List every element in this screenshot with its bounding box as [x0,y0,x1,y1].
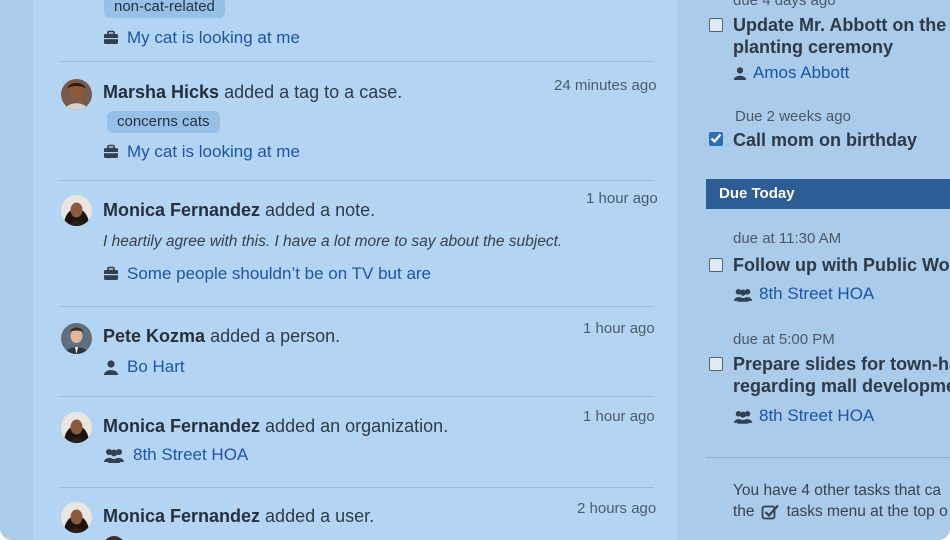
actor-name[interactable]: Pete Kozma [103,326,205,346]
avatar[interactable] [61,79,92,110]
note-body: I heartily agree with this. I have a lot… [103,233,563,250]
action-text: added a user. [265,506,375,526]
actor-name[interactable]: Marsha Hicks [103,82,219,102]
person-link[interactable]: Bo Hart [127,357,185,377]
task-due-label: due 4 days ago [733,0,836,9]
timestamp: 1 hour ago [583,408,655,425]
avatar[interactable] [61,195,92,226]
checkbox-icon[interactable] [761,503,781,521]
organization-link[interactable]: 8th Street HOA [759,406,874,426]
timestamp: 1 hour ago [583,320,655,337]
task-organization-link-row[interactable]: 8th Street HOA [733,284,874,304]
organization-link-row[interactable]: 8th Street HOA [103,445,248,465]
task-title-continued[interactable]: planting ceremony [733,36,893,58]
person-icon [104,360,118,375]
activity-headline: Pete Kozma added a person. [103,326,340,347]
briefcase-icon [104,30,118,44]
organization-link[interactable]: 8th Street HOA [759,284,874,304]
divider [59,61,654,62]
case-link[interactable]: My cat is looking at me [127,142,300,162]
tasks-menu-link[interactable]: tasks menu at the top o [787,501,948,522]
task-person-link-row[interactable]: Amos Abbott [733,63,849,83]
divider [59,180,654,181]
briefcase-icon [104,266,118,280]
task-due-label: Due 2 weeks ago [735,108,851,125]
timestamp: 2 hours ago [577,500,657,517]
case-link-row[interactable]: My cat is looking at me [103,142,300,162]
activity-headline: Monica Fernandez added an organization. [103,416,448,437]
divider [59,306,654,307]
task-title[interactable]: Call mom on birthday [733,129,917,151]
avatar[interactable] [103,536,125,540]
activity-feed: non-cat-related My cat is looking at me … [33,0,677,540]
task-checkbox-checked[interactable] [709,132,723,146]
other-tasks-note-line2: the tasks menu at the top o [733,501,948,522]
timestamp: 24 minutes ago [554,77,657,94]
note-text: the [733,503,755,520]
person-icon [733,67,747,80]
case-link-row[interactable]: Some people shouldn’t be on TV but are [103,264,431,284]
divider [706,457,950,458]
timestamp: 1 hour ago [586,190,658,207]
group-icon [733,410,753,424]
organization-link[interactable]: 8th Street HOA [133,445,248,465]
avatar[interactable] [61,412,92,443]
actor-name[interactable]: Monica Fernandez [103,506,260,526]
group-icon [733,288,753,302]
activity-headline: Monica Fernandez added a user. [103,506,374,527]
task-organization-link-row[interactable]: 8th Street HOA [733,406,874,426]
divider [59,487,654,488]
avatar[interactable] [61,502,92,533]
due-today-header: Due Today [706,179,950,209]
action-text: added a tag to a case. [224,82,403,102]
divider [59,396,654,397]
briefcase-icon [104,144,118,158]
action-text: added a person. [210,326,341,346]
task-due-label: due at 11:30 AM [733,230,842,247]
action-text: added an organization. [265,416,449,436]
app-frame: non-cat-related My cat is looking at me … [0,0,950,540]
person-link-row[interactable]: Bo Hart [103,357,185,377]
checkmark-icon [710,133,722,144]
action-text: added a note. [265,200,376,220]
task-title[interactable]: Prepare slides for town-hal [733,353,950,375]
activity-headline: Marsha Hicks added a tag to a case. [103,82,402,103]
task-checkbox[interactable] [709,18,723,32]
tasks-sidebar: due 4 days ago Update Mr. Abbott on the … [677,0,950,540]
task-checkbox[interactable] [709,357,723,371]
group-icon [104,449,124,463]
person-link[interactable]: Amos Abbott [753,63,849,83]
task-title-continued[interactable]: regarding mall developmen [733,375,950,397]
actor-name[interactable]: Monica Fernandez [103,200,260,220]
task-title[interactable]: Update Mr. Abbott on the t [733,14,950,36]
case-link[interactable]: Some people shouldn’t be on TV but are [127,264,431,284]
tag-chip[interactable]: non-cat-related [104,0,225,18]
task-due-label: due at 5:00 PM [733,331,835,348]
tag-chip[interactable]: concerns cats [107,111,220,133]
actor-name[interactable]: Monica Fernandez [103,416,260,436]
activity-headline: Monica Fernandez added a note. [103,200,375,221]
task-checkbox[interactable] [709,258,723,272]
other-tasks-note: You have 4 other tasks that ca [733,482,941,499]
avatar[interactable] [61,323,92,354]
case-link-row[interactable]: My cat is looking at me [103,28,300,48]
case-link[interactable]: My cat is looking at me [127,28,300,48]
task-title[interactable]: Follow up with Public Work [733,254,950,276]
